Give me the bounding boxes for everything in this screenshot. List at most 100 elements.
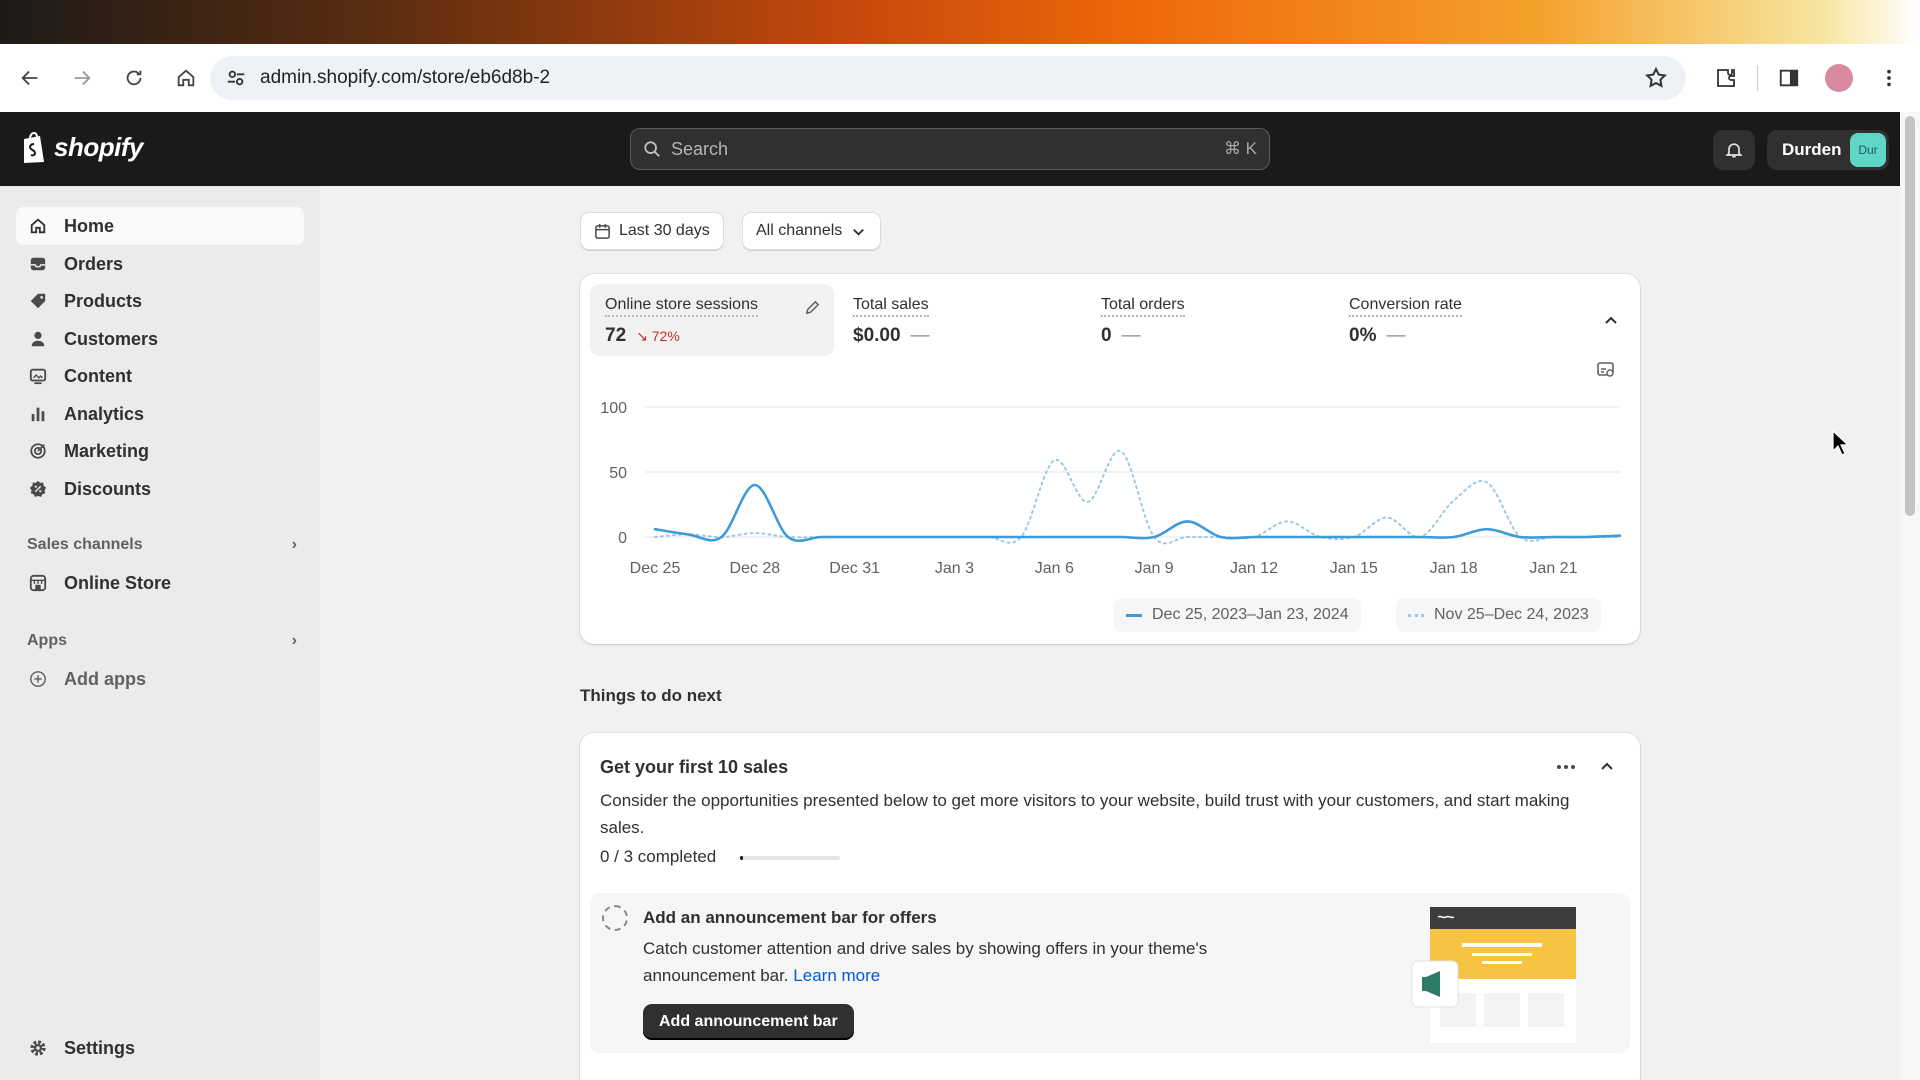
analytics-card: Online store sessions 72 ↘ 72% Total sal… — [580, 274, 1640, 644]
admin-topbar: shopify ⌘ K Durden Dur — [0, 112, 1900, 186]
browser-menu-icon[interactable] — [1864, 53, 1914, 103]
channels-dropdown[interactable]: All channels — [742, 212, 882, 250]
card-title: Get your first 10 sales — [600, 757, 789, 777]
sidebar: Home Orders Products Customers Content A… — [0, 186, 320, 1080]
progress-fill — [740, 856, 743, 860]
sidebar-item-products[interactable]: Products — [16, 282, 304, 320]
metric-value: $0.00 — [853, 325, 901, 346]
metric-conversion-rate[interactable]: Conversion rate 0% — — [1334, 284, 1574, 356]
legend-label: Nov 25–Dec 24, 2023 — [1434, 606, 1589, 623]
legend-solid-line-icon — [1126, 613, 1142, 617]
toolbar-divider — [1757, 65, 1758, 91]
progress-bar — [740, 856, 840, 860]
sidebar-item-label: Online Store — [64, 572, 172, 593]
x-tick-label: Jan 6 — [1035, 560, 1074, 577]
sidebar-item-orders[interactable]: Orders — [16, 245, 304, 283]
y-tick-label: 50 — [609, 465, 627, 482]
x-tick-label: Jan 15 — [1330, 560, 1378, 577]
dash-icon: — — [1386, 325, 1406, 346]
learn-more-link[interactable]: Learn more — [793, 966, 880, 985]
sidebar-item-marketing[interactable]: Marketing — [16, 432, 304, 470]
legend-previous[interactable]: Nov 25–Dec 24, 2023 — [1396, 598, 1601, 632]
inbox-icon — [28, 254, 48, 274]
section-label: Sales channels — [27, 536, 143, 553]
sidebar-item-settings[interactable]: Settings — [16, 1029, 304, 1067]
metric-label: Total orders — [1101, 296, 1185, 317]
metric-sessions[interactable]: Online store sessions 72 ↘ 72% — [590, 284, 834, 356]
search-icon — [644, 141, 660, 157]
chevron-up-icon[interactable] — [1602, 312, 1620, 330]
sidebar-item-customers[interactable]: Customers — [16, 320, 304, 358]
dash-icon: — — [910, 325, 930, 346]
date-range-button[interactable]: Last 30 days — [580, 212, 724, 250]
task-desc-text: Catch customer attention and drive sales… — [643, 939, 1208, 985]
notifications-button[interactable] — [1713, 130, 1755, 170]
y-tick-label: 0 — [618, 530, 627, 547]
sidebar-item-home[interactable]: Home — [16, 207, 304, 245]
back-button[interactable] — [6, 54, 54, 102]
extensions-icon[interactable] — [1701, 53, 1751, 103]
sidebar-item-label: Orders — [64, 253, 124, 274]
chevron-right-icon: › — [291, 536, 297, 553]
scrollbar-thumb[interactable] — [1905, 116, 1915, 516]
section-label: Apps — [27, 632, 67, 649]
sidebar-item-online-store[interactable]: Online Store — [16, 564, 304, 602]
sidebar-item-content[interactable]: Content — [16, 357, 304, 395]
sidebar-item-label: Analytics — [64, 403, 145, 424]
shopify-logo[interactable]: shopify — [20, 130, 143, 164]
add-announcement-bar-button[interactable]: Add announcement bar — [643, 1004, 854, 1040]
pencil-icon[interactable] — [803, 298, 822, 317]
task-announcement-bar: Add an announcement bar for offers Catch… — [590, 893, 1630, 1053]
sidebar-item-label: Content — [64, 365, 132, 386]
metric-total-sales[interactable]: Total sales $0.00 — — [838, 284, 1078, 356]
progress-text: 0 / 3 completed — [600, 847, 717, 866]
task-description: Catch customer attention and drive sales… — [643, 935, 1283, 989]
legend-current[interactable]: Dec 25, 2023–Jan 23, 2024 — [1114, 598, 1361, 632]
sidebar-item-analytics[interactable]: Analytics — [16, 395, 304, 433]
side-panel-icon[interactable] — [1764, 53, 1814, 103]
address-bar[interactable]: admin.shopify.com/store/eb6d8b-2 — [210, 56, 1686, 100]
x-tick-label: Jan 18 — [1430, 560, 1478, 577]
arrow-left-icon — [21, 70, 38, 86]
user-menu-button[interactable]: Durden Dur — [1767, 130, 1889, 170]
house-icon — [177, 69, 195, 87]
task-status-icon[interactable] — [602, 905, 628, 931]
site-settings-icon[interactable] — [222, 64, 250, 92]
sessions-line-chart: 100 50 0Dec 25 Dec 28 Dec 31 Jan 3 Jan 6 Jan 9 J… — [600, 400, 1622, 577]
chevron-up-icon[interactable] — [1598, 758, 1616, 776]
legend-label: Dec 25, 2023–Jan 23, 2024 — [1152, 606, 1349, 623]
tag-icon — [28, 291, 48, 311]
sales-channels-header[interactable]: Sales channels › — [27, 536, 297, 554]
sidebar-item-label: Discounts — [64, 478, 152, 499]
home-button[interactable] — [162, 54, 210, 102]
channels-label: All channels — [756, 222, 843, 239]
sidebar-item-add-apps[interactable]: Add apps — [16, 660, 304, 698]
apps-header[interactable]: Apps › — [27, 632, 297, 650]
x-tick-label: Dec 28 — [729, 560, 780, 577]
search-input[interactable] — [671, 138, 1224, 160]
x-tick-label: Jan 9 — [1135, 560, 1174, 577]
sidebar-item-label: Products — [64, 290, 143, 311]
reload-button[interactable] — [110, 54, 158, 102]
forward-button[interactable] — [58, 54, 106, 102]
announcement-illustration — [1411, 907, 1576, 1043]
date-range-label: Last 30 days — [619, 222, 710, 239]
more-horizontal-icon[interactable] — [1554, 755, 1578, 779]
image-icon — [28, 366, 48, 386]
sidebar-item-label: Marketing — [64, 440, 150, 461]
sidebar-item-label: Home — [64, 215, 115, 236]
bookmark-star-icon[interactable] — [1644, 66, 1668, 95]
reload-icon — [126, 70, 142, 86]
search-shortcut: ⌘ K — [1223, 139, 1257, 158]
search-bar[interactable]: ⌘ K — [630, 128, 1270, 170]
page-scrollbar[interactable] — [1900, 112, 1920, 1080]
previous-period-series-line — [654, 450, 1621, 545]
dash-icon: — — [1121, 325, 1141, 346]
user-name: Durden — [1782, 140, 1842, 159]
trend-value: 72% — [651, 327, 680, 344]
sidebar-item-discounts[interactable]: Discounts — [16, 470, 304, 508]
profile-avatar[interactable] — [1814, 53, 1864, 103]
metric-total-orders[interactable]: Total orders 0 — — [1086, 284, 1326, 356]
gear-icon — [28, 1038, 48, 1058]
x-tick-label: Jan 3 — [935, 560, 974, 577]
